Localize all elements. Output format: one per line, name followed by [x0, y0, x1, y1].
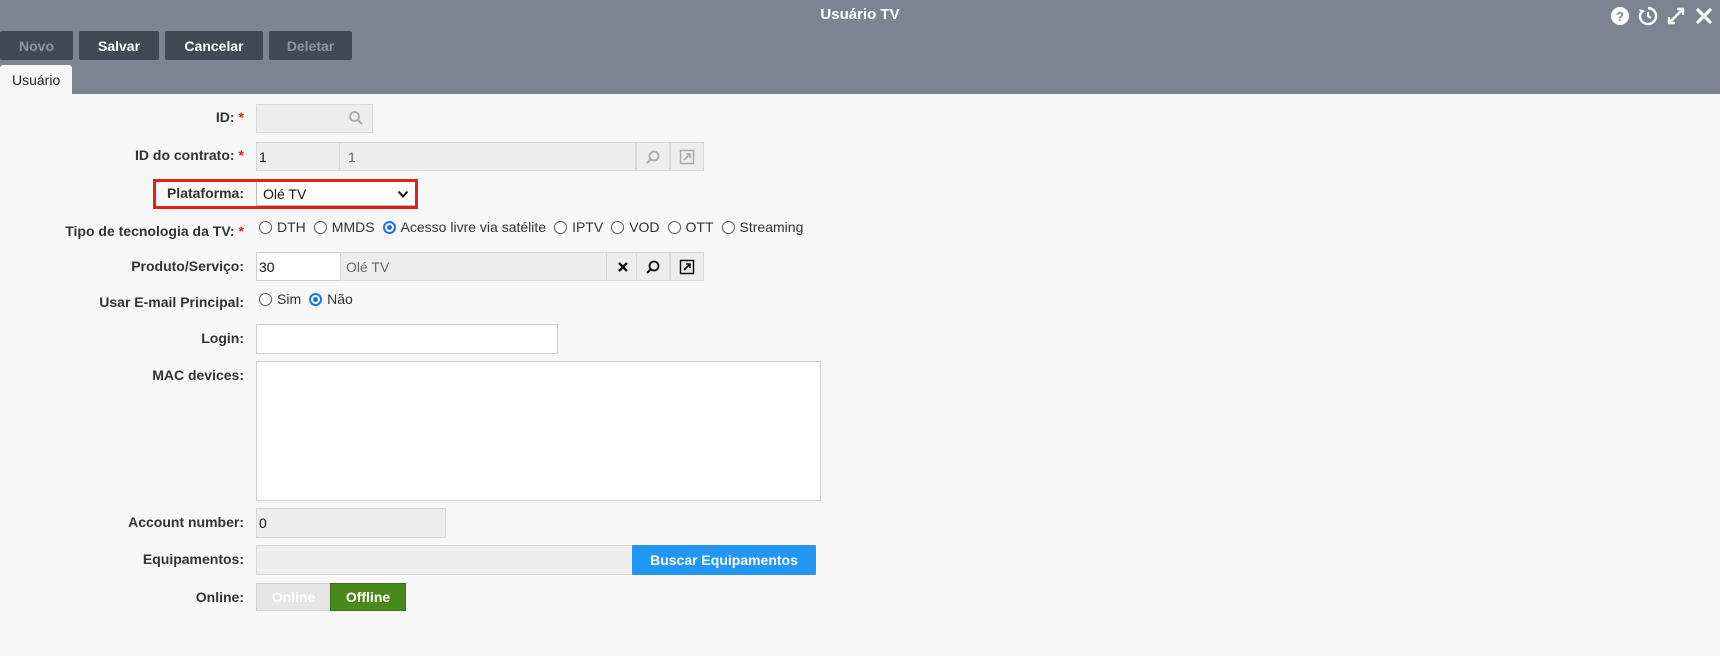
contract-open-button[interactable]: [670, 142, 704, 171]
toggle-online[interactable]: Online: [256, 583, 331, 611]
search-equipment-button[interactable]: Buscar Equipamentos: [632, 545, 816, 575]
email-radio-group: Sim Não: [259, 291, 361, 307]
required-marker: *: [238, 223, 244, 239]
radio-icon: [667, 220, 681, 234]
save-button[interactable]: Salvar: [79, 31, 159, 60]
login-field[interactable]: [256, 324, 558, 354]
tech-label: Tipo de tecnologia da TV: *: [65, 223, 244, 239]
required-marker: *: [238, 109, 244, 125]
tech-option-streaming[interactable]: Streaming: [721, 219, 803, 235]
contract-id-field[interactable]: 1: [256, 142, 340, 171]
mac-devices-textarea[interactable]: [256, 361, 821, 501]
open-external-icon: [679, 259, 695, 274]
help-icon[interactable]: ?: [1610, 6, 1630, 26]
search-icon[interactable]: [348, 110, 364, 129]
product-search-button[interactable]: [636, 252, 670, 281]
radio-icon: [259, 220, 272, 234]
radio-icon: [259, 292, 272, 306]
radio-icon: [721, 220, 735, 234]
required-marker: *: [238, 147, 244, 163]
toggle-offline[interactable]: Offline: [330, 583, 406, 611]
radio-icon: [554, 220, 568, 234]
product-label: Produto/Serviço:: [131, 258, 244, 274]
tech-option-ott[interactable]: OTT: [667, 219, 714, 235]
product-description: Olé TV: [340, 252, 608, 281]
account-label: Account number:: [128, 514, 244, 530]
close-icon[interactable]: [1694, 6, 1714, 26]
history-icon[interactable]: [1638, 6, 1658, 26]
svg-text:?: ?: [1616, 9, 1624, 24]
mac-label: MAC devices:: [152, 367, 244, 383]
tech-option-vod[interactable]: VOD: [611, 219, 660, 235]
product-clear-button[interactable]: [606, 252, 640, 281]
search-icon: [646, 150, 660, 164]
online-label: Online:: [195, 589, 244, 605]
radio-icon: [611, 220, 625, 234]
window-title: Usuário TV: [820, 6, 900, 23]
expand-icon[interactable]: [1666, 6, 1686, 26]
contract-description: 1: [339, 142, 636, 171]
contract-search-button[interactable]: [636, 142, 670, 171]
equipment-label: Equipamentos:: [142, 551, 244, 567]
tech-option-mmds[interactable]: MMDS: [313, 219, 375, 235]
platform-highlight-box: [153, 179, 418, 209]
window-controls: ?: [1610, 6, 1714, 26]
tab-usuario[interactable]: Usuário: [0, 65, 73, 95]
cancel-button[interactable]: Cancelar: [165, 31, 263, 60]
radio-selected-icon: [309, 292, 323, 306]
delete-button[interactable]: Deletar: [269, 31, 352, 60]
equipment-field[interactable]: [256, 545, 633, 575]
toolbar: Novo Salvar Cancelar Deletar: [0, 31, 352, 60]
product-id-field[interactable]: 30: [256, 252, 341, 281]
tech-option-acesso-livre[interactable]: Acesso livre via satélite: [382, 219, 546, 235]
search-icon: [646, 260, 660, 274]
id-label: ID: *: [215, 109, 244, 125]
tech-option-iptv[interactable]: IPTV: [554, 219, 603, 235]
email-option-sim[interactable]: Sim: [259, 291, 301, 307]
tech-radio-group: DTH MMDS Acesso livre via satélite IPTV …: [259, 219, 811, 235]
radio-icon: [313, 220, 327, 234]
login-label: Login:: [201, 330, 244, 346]
account-number-field[interactable]: 0: [256, 508, 446, 538]
clear-icon: [618, 261, 628, 272]
radio-selected-icon: [382, 220, 396, 234]
product-open-button[interactable]: [670, 252, 704, 281]
window-header: Usuário TV ? Novo Salvar Cancelar Deleta…: [0, 0, 1720, 95]
email-label: Usar E-mail Principal:: [99, 294, 244, 310]
open-external-icon: [679, 149, 695, 164]
tech-option-dth[interactable]: DTH: [259, 219, 306, 235]
new-button[interactable]: Novo: [0, 31, 73, 60]
email-option-nao[interactable]: Não: [309, 291, 353, 307]
contract-label: ID do contrato: *: [135, 147, 244, 163]
